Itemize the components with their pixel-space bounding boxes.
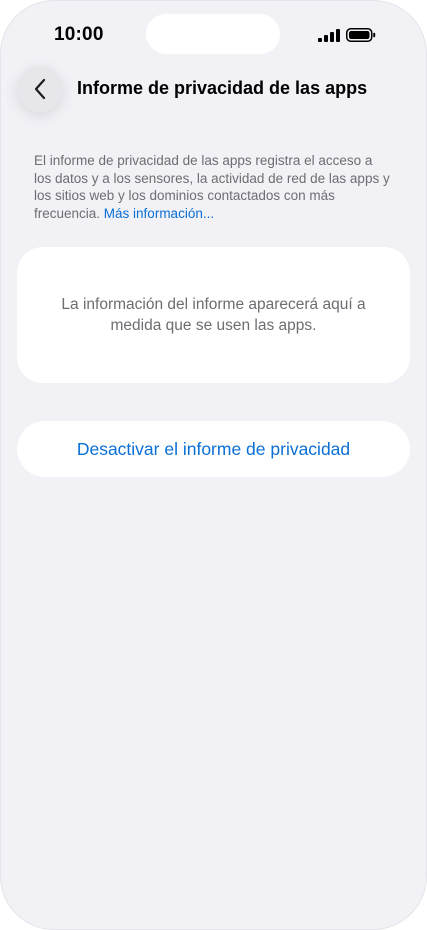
phone-screen: 10:00 Informe de privacidad de las apps … <box>0 0 427 930</box>
navigation-bar: Informe de privacidad de las apps <box>0 66 427 114</box>
more-info-link[interactable]: Más información... <box>104 206 214 221</box>
back-button[interactable] <box>17 66 63 112</box>
cellular-signal-icon <box>318 29 340 42</box>
report-empty-message: La información del informe aparecerá aqu… <box>61 296 366 334</box>
dynamic-island <box>146 14 280 54</box>
page-title: Informe de privacidad de las apps <box>77 78 368 98</box>
disable-privacy-report-button[interactable]: Desactivar el informe de privacidad <box>17 421 410 477</box>
chevron-left-icon <box>34 78 46 100</box>
privacy-report-description: El informe de privacidad de las apps reg… <box>34 152 392 222</box>
status-bar: 10:00 <box>0 0 427 60</box>
battery-icon <box>346 28 376 42</box>
status-time: 10:00 <box>54 24 104 45</box>
report-empty-card: La información del informe aparecerá aqu… <box>17 247 410 383</box>
